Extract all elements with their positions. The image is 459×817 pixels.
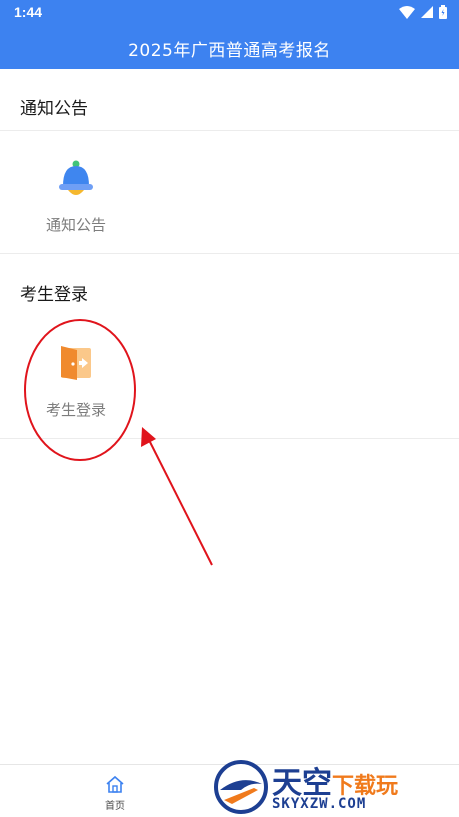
annotation-arrow-line (147, 437, 213, 566)
nav-home-button[interactable]: 首页 (85, 773, 145, 813)
home-icon (106, 775, 124, 793)
airplane-logo-icon (214, 760, 268, 814)
annotation-overlay (24, 319, 213, 566)
watermark-en: SKYXZW.COM (272, 796, 367, 812)
highlight-circle (24, 319, 136, 461)
watermark-logo: 天空下载玩 SKYXZW.COM (210, 758, 459, 816)
annotation-arrowhead (141, 427, 156, 447)
nav-home-label: 首页 (105, 801, 125, 812)
